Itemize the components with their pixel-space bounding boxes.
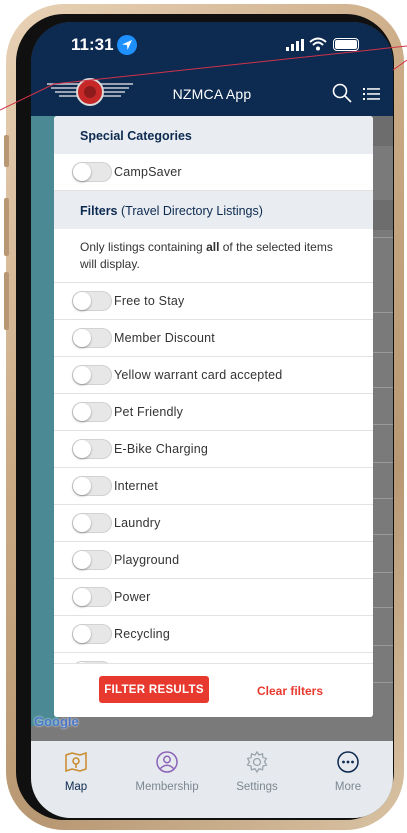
toggle-label: Laundry	[114, 516, 161, 530]
special-category-row[interactable]: CampSaver	[54, 154, 373, 191]
toggle-label: Free to Stay	[114, 294, 185, 308]
toggle-label: Member Discount	[114, 331, 215, 345]
toggle-label: Pet Friendly	[114, 405, 184, 419]
info-bold: all	[206, 240, 220, 254]
toggle-label: Playground	[114, 553, 180, 567]
signal-icon	[286, 39, 304, 51]
tab-more[interactable]: More	[303, 741, 393, 818]
filter-row[interactable]: Yellow warrant card accepted	[54, 357, 373, 394]
filter-modal: Special Categories CampSaver Filters (Tr…	[54, 116, 373, 717]
phone-screen: 11:31 NZMCA App Google Special Categorie…	[31, 22, 393, 818]
filter-row[interactable]: Playground	[54, 542, 373, 579]
filter-row[interactable]: E-Bike Charging	[54, 431, 373, 468]
toggle-switch[interactable]	[72, 624, 112, 644]
filters-subtitle: (Travel Directory Listings)	[121, 204, 263, 218]
toggle-switch[interactable]	[72, 328, 112, 348]
filters-title: Filters	[80, 204, 118, 218]
toggle-label: Internet	[114, 479, 158, 493]
special-categories-list: CampSaver	[54, 154, 373, 191]
filter-row[interactable]: Member Discount	[54, 320, 373, 357]
filters-list: Free to Stay Member Discount Yellow warran…	[54, 283, 373, 663]
toggle-knob	[73, 329, 91, 347]
filter-row[interactable]: Free to Stay	[54, 283, 373, 320]
special-categories-title: Special Categories	[80, 129, 192, 143]
more-icon	[337, 751, 359, 773]
toggle-switch[interactable]	[72, 162, 112, 182]
toggle-knob	[73, 163, 91, 181]
tab-label-membership: Membership	[135, 781, 199, 793]
toggle-switch[interactable]	[72, 402, 112, 422]
filter-row[interactable]: Pet Friendly	[54, 394, 373, 431]
toggle-knob	[73, 366, 91, 384]
toggle-knob	[73, 440, 91, 458]
side-button	[4, 272, 9, 330]
toggle-switch[interactable]	[72, 365, 112, 385]
toggle-switch[interactable]	[72, 476, 112, 496]
toggle-switch[interactable]	[72, 291, 112, 311]
bottom-tab-bar: Map Membership Settings More	[31, 741, 393, 818]
settings-icon	[246, 750, 268, 774]
filter-row[interactable]	[54, 653, 373, 663]
filter-row[interactable]: Recycling	[54, 616, 373, 653]
tab-label-more: More	[334, 781, 362, 793]
app-header: 11:31 NZMCA App	[31, 22, 393, 116]
filter-row[interactable]: Laundry	[54, 505, 373, 542]
tab-label-settings: Settings	[236, 781, 278, 793]
membership-icon	[156, 751, 178, 773]
clear-filters-link[interactable]: Clear filters	[257, 684, 323, 698]
toggle-switch[interactable]	[72, 587, 112, 607]
toggle-label: CampSaver	[114, 165, 182, 179]
modal-footer: FILTER RESULTS Clear filters	[54, 663, 373, 717]
battery-icon	[333, 38, 359, 51]
map-icon	[65, 751, 87, 773]
filter-row[interactable]: Internet	[54, 468, 373, 505]
toggle-switch[interactable]	[72, 513, 112, 533]
side-button	[4, 198, 9, 256]
info-prefix: Only listings containing	[80, 240, 207, 254]
toggle-switch[interactable]	[72, 439, 112, 459]
location-arrow-icon	[117, 35, 137, 55]
status-time: 11:31	[71, 35, 114, 54]
toggle-switch[interactable]	[72, 550, 112, 570]
filter-results-button[interactable]: FILTER RESULTS	[99, 676, 209, 703]
toggle-knob	[73, 588, 91, 606]
side-button	[4, 135, 9, 167]
filter-row[interactable]: Power	[54, 579, 373, 616]
toggle-knob	[73, 403, 91, 421]
toggle-label: Recycling	[114, 627, 170, 641]
search-icon[interactable]	[331, 82, 353, 104]
tab-settings[interactable]: Settings	[212, 741, 302, 818]
toggle-label: Yellow warrant card accepted	[114, 368, 283, 382]
toggle-knob	[73, 292, 91, 310]
toggle-knob	[73, 514, 91, 532]
tab-membership[interactable]: Membership	[122, 741, 212, 818]
toggle-label: E-Bike Charging	[114, 442, 209, 456]
list-menu-icon[interactable]	[362, 84, 382, 104]
filters-header: Filters (Travel Directory Listings)	[54, 191, 373, 229]
filter-list-scroll[interactable]: Special Categories CampSaver Filters (Tr…	[54, 116, 373, 663]
toggle-knob	[73, 477, 91, 495]
filters-info-text: Only listings containing all of the sele…	[54, 229, 373, 283]
tab-label-map: Map	[64, 781, 88, 793]
wifi-icon	[309, 37, 327, 51]
toggle-knob	[73, 551, 91, 569]
toggle-knob	[73, 625, 91, 643]
special-categories-header: Special Categories	[54, 116, 373, 154]
tab-map[interactable]: Map	[31, 741, 121, 818]
toggle-label: Power	[114, 590, 151, 604]
